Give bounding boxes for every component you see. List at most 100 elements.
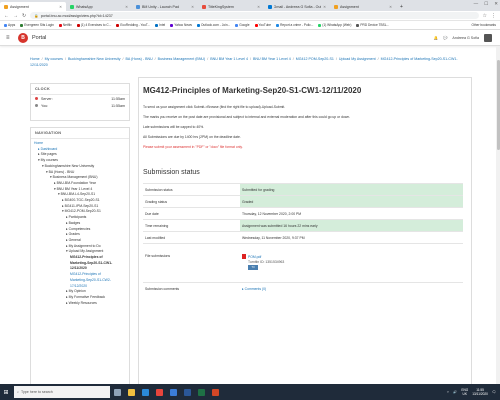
network-icon[interactable]: ⌔ <box>446 390 449 395</box>
browser-tab[interactable]: Assignment ✕ <box>0 2 66 11</box>
browser-tab[interactable]: Assignment ✕ <box>330 2 396 11</box>
bookmark-item[interactable]: YouTube <box>254 23 271 27</box>
task-view-icon[interactable] <box>110 384 124 400</box>
new-tab-button[interactable]: + <box>396 2 407 11</box>
turnitin-badge[interactable]: TII <box>248 265 258 270</box>
word-icon[interactable] <box>180 384 194 400</box>
table-row: Submission status Submitted for grading <box>143 183 463 196</box>
bookmark-item[interactable]: Evergreen Sits Login <box>20 23 54 27</box>
bookmark-item[interactable]: PRD Device TBSL... <box>356 23 389 27</box>
breadcrumb-item[interactable]: BNU BM Year 1 Level 4 <box>210 57 248 61</box>
tab-favicon-icon <box>136 4 140 9</box>
tab-label: Assignment <box>340 4 359 9</box>
notifications-icon[interactable]: 🗨 <box>492 390 496 394</box>
hamburger-menu-icon[interactable]: ≡ <box>6 35 10 41</box>
bookmark-item[interactable]: Netflix <box>58 23 72 27</box>
tab-close-icon[interactable]: ✕ <box>59 5 62 9</box>
tab-close-icon[interactable]: ✕ <box>257 5 260 9</box>
bookmark-favicon-icon <box>318 23 322 27</box>
other-bookmarks[interactable]: Other bookmarks <box>472 23 496 27</box>
bookmark-item[interactable]: Outlook.com - Join... <box>197 23 230 27</box>
user-menu[interactable]: 🔔 💬 Andreea G Sofia <box>433 34 492 42</box>
bookmark-label: Yahoo News <box>174 23 193 27</box>
breadcrumb-item[interactable]: Home <box>30 57 40 61</box>
language-indicator[interactable]: ENG UK <box>461 388 468 396</box>
tab-close-icon[interactable]: ✕ <box>125 5 128 9</box>
bookmark-item[interactable]: (1) 4 Exercises to C... <box>76 23 111 27</box>
breadcrumb-item[interactable]: My courses <box>45 57 63 61</box>
portal-logo[interactable]: B <box>18 33 28 43</box>
breadcrumb-item[interactable]: MG412 POM-Sep20-S1 <box>296 57 334 61</box>
windows-start-icon[interactable]: ⊞ <box>0 384 12 400</box>
portal-title[interactable]: Portal <box>32 35 46 41</box>
format-warning: Please submit your assessment in "PDF" o… <box>143 145 243 149</box>
due-date-value: Thursday, 12 November 2020, 2:00 PM <box>240 207 463 220</box>
nav-tree-item[interactable]: ▸ Weekly Resources <box>34 301 126 307</box>
bookmark-item[interactable]: (1) WhatsApp (Web) <box>318 23 351 27</box>
reload-icon[interactable]: ↻ <box>22 13 26 19</box>
powerpoint-icon[interactable] <box>208 384 222 400</box>
breadcrumb-item[interactable]: Business Management (BNU) <box>158 57 206 61</box>
avatar[interactable] <box>484 34 492 42</box>
browser-tab[interactable]: WhatsApp ✕ <box>66 2 132 11</box>
file-name[interactable]: POM.pdf <box>248 255 261 259</box>
bookmark-item[interactable]: Google <box>235 23 250 27</box>
tab-close-icon[interactable]: ✕ <box>323 5 326 9</box>
bookmark-label: Report a crime - Polic... <box>280 23 314 27</box>
excel-icon[interactable] <box>194 384 208 400</box>
bookmark-item[interactable]: Apps <box>4 23 15 27</box>
bookmark-favicon-icon <box>197 23 201 27</box>
taskbar-search-input[interactable]: ⌕ Type here to search <box>14 386 110 398</box>
scrollbar-thumb[interactable] <box>496 60 500 150</box>
bookmark-item[interactable]: EcoRedding - YouT... <box>116 23 150 27</box>
breadcrumb-separator: / <box>248 57 252 61</box>
table-row: Time remaining Assignment was submitted … <box>143 219 463 232</box>
tab-label: WhatsApp <box>76 4 93 9</box>
taskbar-clock[interactable]: 11:55 13/11/2020 <box>472 388 488 396</box>
maximize-icon[interactable]: ☐ <box>484 1 488 7</box>
file-link[interactable]: POM.pdf <box>242 254 461 259</box>
forward-icon[interactable]: → <box>13 13 18 19</box>
breadcrumb-item[interactable]: Buckinghamshire New University <box>68 57 121 61</box>
clock-title: CLOCK <box>31 84 129 95</box>
tab-label: BM Unity - Launch Pad <box>142 4 179 9</box>
breadcrumb-item[interactable]: BNU BM Year 1 Level 4 <box>253 57 291 61</box>
windows-taskbar: ⊞ ⌕ Type here to search ⌔ 🔊 ENG UK 11:55… <box>0 384 500 400</box>
user-name[interactable]: Andreea G Sofia <box>452 36 479 40</box>
bookmark-item[interactable]: Yahoo News <box>170 23 192 27</box>
minimize-icon[interactable]: — <box>474 1 479 7</box>
file-submissions-cell: POM.pdf Turnitin ID: 1351534963 TII <box>240 243 463 283</box>
back-icon[interactable]: ← <box>4 13 9 19</box>
bookmark-item[interactable]: Report a crime - Polic... <box>276 23 313 27</box>
breadcrumb-item[interactable]: Upload My Assignment <box>339 57 376 61</box>
url-field[interactable]: 🔒 portal.bnu.ac.mod/assign/view.php?id=1… <box>30 12 479 19</box>
you-label: You: <box>41 103 49 108</box>
messages-icon[interactable]: 💬 <box>443 36 447 40</box>
table-row: Due date Thursday, 12 November 2020, 2:0… <box>143 207 463 220</box>
menu-kebab-icon[interactable]: ⋮ <box>491 13 496 19</box>
search-icon: ⌕ <box>17 390 20 394</box>
bookmark-item[interactable]: Intel <box>155 23 165 27</box>
bookmark-favicon-icon <box>235 23 239 27</box>
notification-bell-icon[interactable]: 🔔 <box>433 36 437 40</box>
chrome-icon[interactable] <box>152 384 166 400</box>
mail-icon[interactable] <box>166 384 180 400</box>
intro-line: Late submissions will be capped to 40%. <box>143 125 205 129</box>
volume-icon[interactable]: 🔊 <box>453 390 457 394</box>
star-icon[interactable]: ☆ <box>483 13 487 19</box>
address-bar-row: ← → ↻ 🔒 portal.bnu.ac.mod/assign/view.ph… <box>0 11 500 21</box>
browser-tab[interactable]: Gmail - Andreea G Sofia - Outlo...✕ <box>264 2 330 11</box>
browser-tab[interactable]: BM Unity - Launch Pad ✕ <box>132 2 198 11</box>
file-explorer-icon[interactable] <box>124 384 138 400</box>
breadcrumb-separator: / <box>153 57 157 61</box>
browser-tab[interactable]: TitleKingSystem ✕ <box>198 2 264 11</box>
close-icon[interactable]: ✕ <box>494 1 498 7</box>
breadcrumb-separator: / <box>206 57 210 61</box>
breadcrumb-separator: / <box>63 57 67 61</box>
comments-link[interactable]: ▸ Comments (0) <box>242 287 266 291</box>
tab-close-icon[interactable]: ✕ <box>389 5 392 9</box>
edge-icon[interactable] <box>138 384 152 400</box>
row-label: Last modified <box>143 231 240 244</box>
breadcrumb-item[interactable]: BA (Hons) - BNU <box>126 57 153 61</box>
tab-close-icon[interactable]: ✕ <box>191 5 194 9</box>
